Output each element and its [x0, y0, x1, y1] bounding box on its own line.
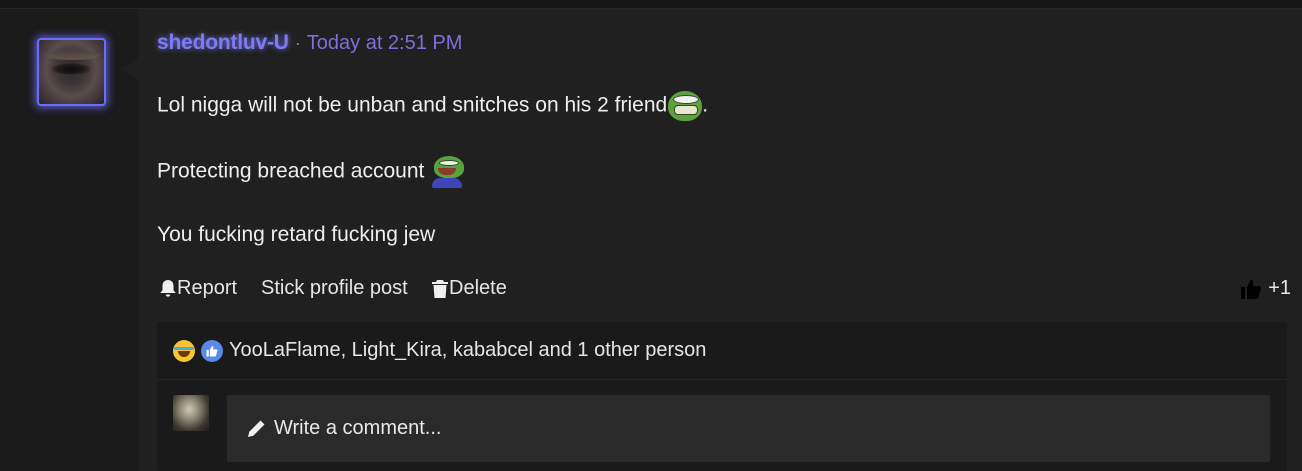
- delete-button[interactable]: Delete: [431, 277, 507, 300]
- top-divider: [0, 0, 1302, 9]
- message-text: Lol nigga will not be unban and snitches…: [157, 93, 668, 117]
- message-suffix: .: [702, 93, 709, 117]
- like-button[interactable]: +1: [1240, 277, 1291, 300]
- post-actions: Report Stick profile post Delete +1: [157, 277, 1291, 303]
- laugh-reaction-icon: [173, 339, 195, 362]
- like-count: +1: [1268, 277, 1291, 299]
- message-line-1: Lol nigga will not be unban and snitches…: [157, 91, 708, 121]
- message-line-2: Protecting breached account: [157, 156, 465, 188]
- header-separator: ·: [294, 33, 301, 53]
- stick-profile-post-button[interactable]: Stick profile post: [261, 277, 408, 300]
- reactions-divider: [157, 379, 1287, 380]
- pepe-grin-emoji: [668, 91, 703, 121]
- like-reaction-icon: [201, 339, 223, 362]
- message-text: You fucking retard fucking jew: [157, 223, 436, 246]
- thumbs-up-icon: [1241, 279, 1262, 299]
- avatar-column: [0, 9, 138, 471]
- post-timestamp[interactable]: Today at 2:51 PM: [307, 32, 463, 54]
- commenter-avatar[interactable]: [173, 395, 209, 431]
- avatar-brow: [45, 50, 100, 60]
- pencil-icon: [247, 420, 265, 438]
- message-text: Protecting breached account: [157, 159, 425, 183]
- comment-input[interactable]: Write a comment...: [227, 395, 1270, 462]
- reactions-and-comments: YooLaFlame, Light_Kira, kababcel and 1 o…: [157, 322, 1287, 471]
- reactions-text: YooLaFlame, Light_Kira, kababcel and 1 o…: [229, 339, 707, 361]
- message-line-3: You fucking retard fucking jew: [157, 223, 435, 247]
- username-link[interactable]: shedontluv-U: [157, 31, 289, 54]
- delete-label: Delete: [449, 277, 507, 299]
- post-header: shedontluv-U · Today at 2:51 PM: [157, 31, 462, 55]
- bell-icon: [160, 279, 176, 297]
- comment-placeholder: Write a comment...: [274, 417, 442, 439]
- trash-icon: [432, 279, 448, 298]
- profile-post: shedontluv-U · Today at 2:51 PM Lol nigga …: [138, 9, 1302, 471]
- avatar-eye: [51, 62, 91, 76]
- user-avatar[interactable]: [37, 38, 106, 106]
- report-label: Report: [177, 277, 238, 299]
- stick-label: Stick profile post: [261, 277, 408, 299]
- post-pointer: [120, 59, 138, 79]
- reactions-summary[interactable]: YooLaFlame, Light_Kira, kababcel and 1 o…: [173, 339, 706, 362]
- report-button[interactable]: Report: [159, 277, 237, 300]
- pepe-laugh-emoji: [430, 156, 465, 188]
